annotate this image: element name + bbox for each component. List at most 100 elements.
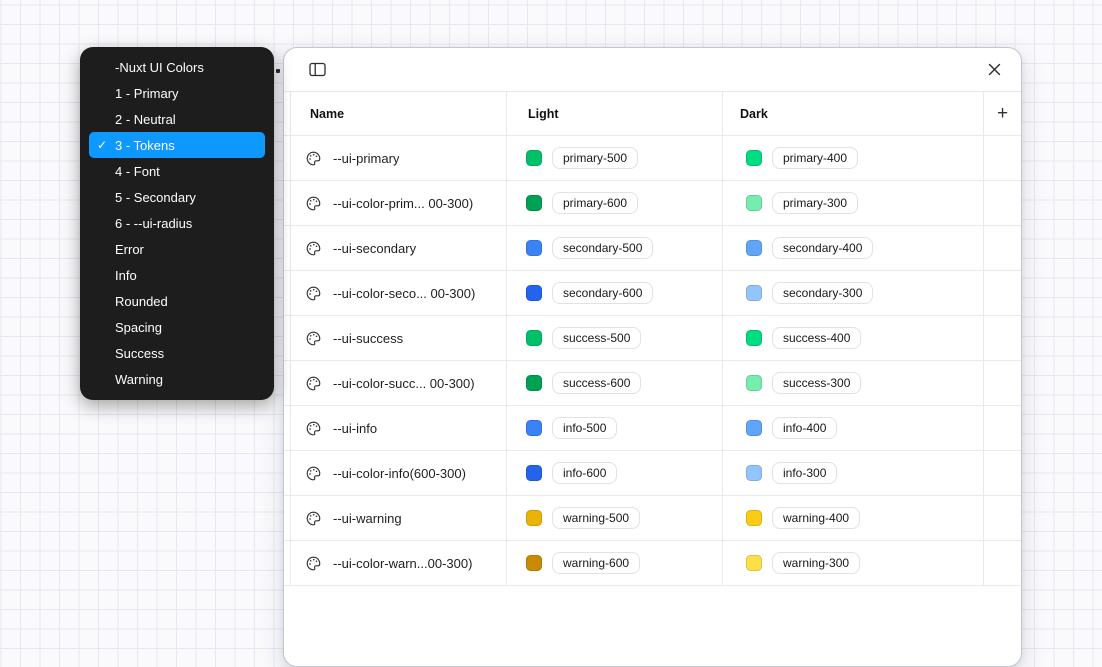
palette-icon [306, 421, 321, 436]
close-button[interactable] [982, 58, 1006, 82]
variable-name-cell[interactable]: --ui-warning [291, 496, 507, 540]
dark-value-cell[interactable]: primary-400 [723, 136, 984, 180]
variable-name: --ui-color-seco... 00-300) [333, 286, 475, 301]
menu-item[interactable]: 5 - Secondary [80, 184, 274, 210]
light-value-cell[interactable]: info-500 [507, 406, 723, 450]
menu-item[interactable]: 1 - Primary [80, 80, 274, 106]
light-value-cell[interactable]: primary-500 [507, 136, 723, 180]
menu-item-label: 2 - Neutral [115, 112, 176, 127]
empty-cell [984, 136, 1021, 180]
light-value-cell[interactable]: warning-600 [507, 541, 723, 585]
dark-value-cell[interactable]: info-300 [723, 451, 984, 495]
light-value-cell[interactable]: success-600 [507, 361, 723, 405]
variable-name-cell[interactable]: --ui-color-warn...00-300) [291, 541, 507, 585]
column-header-add: + [984, 92, 1021, 135]
empty-cell [984, 181, 1021, 225]
variable-name: --ui-color-info(600-300) [333, 466, 466, 481]
row-gutter [284, 451, 291, 495]
alias-pill: info-400 [772, 417, 837, 439]
menu-item[interactable]: Info [80, 262, 274, 288]
empty-cell [984, 451, 1021, 495]
alias-pill: secondary-600 [552, 282, 653, 304]
color-swatch [746, 195, 762, 211]
empty-cell [984, 316, 1021, 360]
row-gutter [284, 361, 291, 405]
dark-value-cell[interactable]: success-400 [723, 316, 984, 360]
menu-item-label: 1 - Primary [115, 86, 179, 101]
menu-item[interactable]: 4 - Font [80, 158, 274, 184]
dark-value-cell[interactable]: secondary-400 [723, 226, 984, 270]
menu-item-label: Success [115, 346, 164, 361]
light-value-cell[interactable]: warning-500 [507, 496, 723, 540]
menu-item[interactable]: Warning [80, 366, 274, 392]
dark-value-cell[interactable]: success-300 [723, 361, 984, 405]
dark-value-cell[interactable]: warning-300 [723, 541, 984, 585]
variable-name-cell[interactable]: --ui-color-prim... 00-300) [291, 181, 507, 225]
panel-toolbar [284, 48, 1021, 92]
collection-menu: -Nuxt UI Colors 1 - Primary 2 - Neutral … [80, 47, 274, 400]
menu-item[interactable]: Rounded [80, 288, 274, 314]
palette-icon [306, 331, 321, 346]
dark-value-cell[interactable]: secondary-300 [723, 271, 984, 315]
table-row: --ui-warning warning-500 warning-400 [284, 496, 1021, 541]
column-header-name: Name [291, 92, 507, 135]
light-value-cell[interactable]: info-600 [507, 451, 723, 495]
table-row: --ui-primary primary-500 primary-400 [284, 136, 1021, 181]
variable-name-cell[interactable]: --ui-primary [291, 136, 507, 180]
menu-item[interactable]: 6 - --ui-radius [80, 210, 274, 236]
color-swatch [746, 240, 762, 256]
row-gutter [284, 226, 291, 270]
chevron-down-icon[interactable] [276, 69, 280, 73]
dark-value-cell[interactable]: warning-400 [723, 496, 984, 540]
color-swatch [526, 240, 542, 256]
color-swatch [526, 375, 542, 391]
menu-item[interactable]: 2 - Neutral [80, 106, 274, 132]
color-swatch [746, 420, 762, 436]
alias-pill: secondary-400 [772, 237, 873, 259]
variable-name: --ui-color-warn...00-300) [333, 556, 472, 571]
light-value-cell[interactable]: secondary-500 [507, 226, 723, 270]
menu-item-label: 6 - --ui-radius [115, 216, 192, 231]
table-row: --ui-color-succ... 00-300) success-600 s… [284, 361, 1021, 406]
menu-item[interactable]: Error [80, 236, 274, 262]
menu-item-label: Info [115, 268, 137, 283]
toggle-sidebar-button[interactable] [305, 58, 329, 82]
color-swatch [526, 150, 542, 166]
table-row: --ui-color-info(600-300) info-600 info-3… [284, 451, 1021, 496]
menu-item-label: Error [115, 242, 144, 257]
empty-cell [984, 406, 1021, 450]
variable-name-cell[interactable]: --ui-color-seco... 00-300) [291, 271, 507, 315]
alias-pill: primary-400 [772, 147, 858, 169]
alias-pill: warning-500 [552, 507, 640, 529]
variable-name-cell[interactable]: --ui-secondary [291, 226, 507, 270]
table-row: --ui-success success-500 success-400 [284, 316, 1021, 361]
table-gutter [284, 92, 291, 135]
color-swatch [526, 510, 542, 526]
color-swatch [746, 330, 762, 346]
variable-name-cell[interactable]: --ui-info [291, 406, 507, 450]
menu-item[interactable]: ✓ 3 - Tokens [89, 132, 265, 158]
menu-item[interactable]: -Nuxt UI Colors [80, 54, 274, 80]
light-value-cell[interactable]: secondary-600 [507, 271, 723, 315]
dark-value-cell[interactable]: info-400 [723, 406, 984, 450]
menu-item-label: 4 - Font [115, 164, 160, 179]
variable-name-cell[interactable]: --ui-color-succ... 00-300) [291, 361, 507, 405]
alias-pill: info-500 [552, 417, 617, 439]
alias-pill: warning-300 [772, 552, 860, 574]
variable-name-cell[interactable]: --ui-color-info(600-300) [291, 451, 507, 495]
dark-value-cell[interactable]: primary-300 [723, 181, 984, 225]
variable-name: --ui-warning [333, 511, 402, 526]
variable-name: --ui-secondary [333, 241, 416, 256]
menu-item[interactable]: Spacing [80, 314, 274, 340]
menu-item[interactable]: Success [80, 340, 274, 366]
color-swatch [526, 285, 542, 301]
row-gutter [284, 541, 291, 585]
light-value-cell[interactable]: primary-600 [507, 181, 723, 225]
empty-cell [984, 271, 1021, 315]
add-mode-button[interactable]: + [991, 102, 1014, 125]
variable-name-cell[interactable]: --ui-success [291, 316, 507, 360]
color-swatch [746, 285, 762, 301]
light-value-cell[interactable]: success-500 [507, 316, 723, 360]
palette-icon [306, 196, 321, 211]
variables-panel: Name Light Dark + --ui-primary primary-5… [283, 47, 1022, 667]
